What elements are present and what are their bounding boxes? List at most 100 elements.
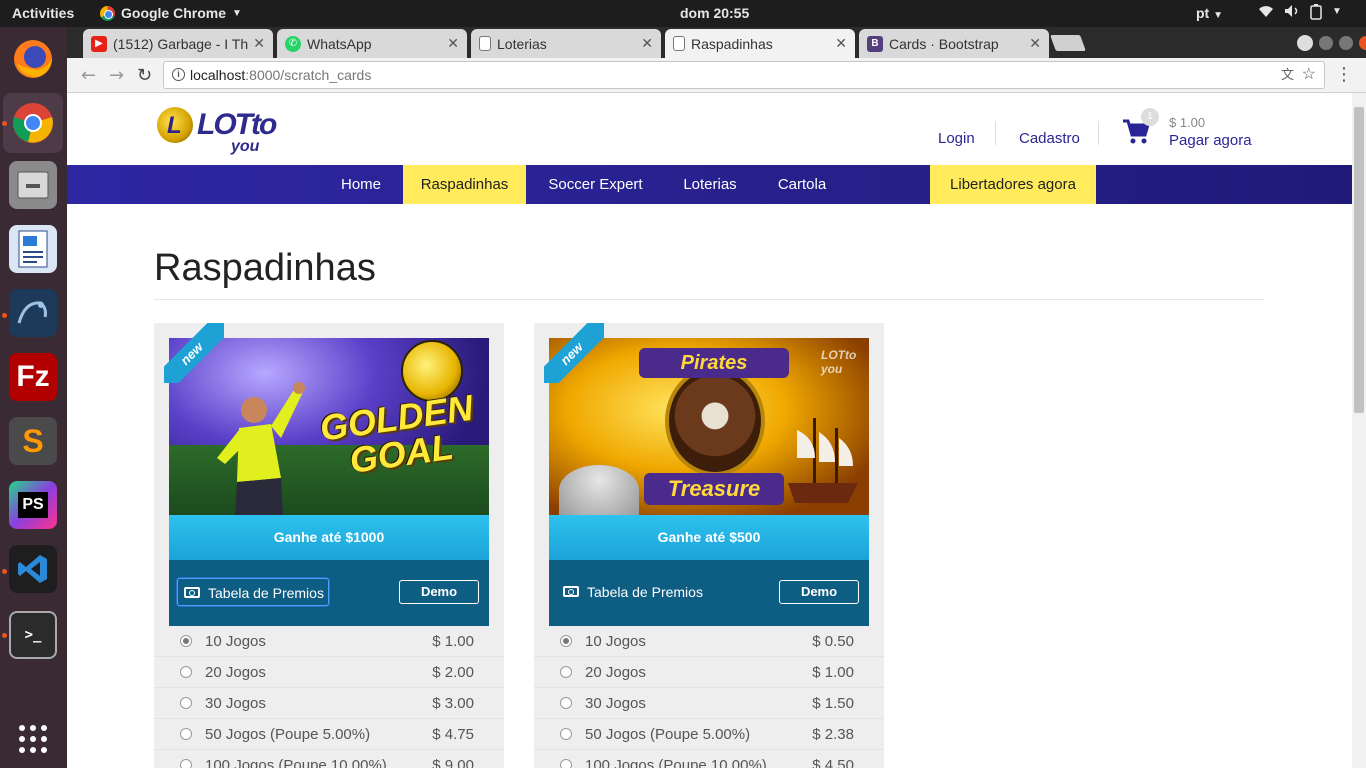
demo-button[interactable]: Demo [779, 580, 859, 604]
package-option[interactable]: 30 Jogos $ 1.50 [534, 688, 884, 719]
new-tab-button[interactable] [1050, 35, 1086, 51]
filezilla-icon[interactable]: Fz [9, 353, 57, 401]
show-apps-icon[interactable] [9, 715, 57, 763]
nav-raspadinhas[interactable]: Raspadinhas [403, 165, 526, 204]
ribbon-label: new [544, 323, 604, 383]
battery-icon [1310, 4, 1322, 23]
bookmark-star-icon[interactable]: ☆ [1302, 62, 1316, 88]
radio-button[interactable] [180, 728, 192, 740]
radio-button[interactable] [180, 697, 192, 709]
signup-link[interactable]: Cadastro [1019, 130, 1080, 147]
terminal-icon[interactable]: >_ [9, 611, 57, 659]
package-option[interactable]: 100 Jogos (Poupe 10.00%) $ 9.00 [154, 750, 504, 768]
radio-button[interactable] [560, 728, 572, 740]
tab-whatsapp[interactable]: ✆ WhatsApp ✕ [277, 29, 467, 58]
option-label: 100 Jogos (Poupe 10.00%) [205, 757, 387, 768]
vscode-icon[interactable] [9, 545, 57, 593]
card-actions-bar: Tabela de Premios Demo [169, 560, 489, 626]
tab-loterias[interactable]: Loterias ✕ [471, 29, 661, 58]
login-link[interactable]: Login [938, 130, 975, 147]
package-option[interactable]: 10 Jogos $ 1.00 [154, 626, 504, 657]
prize-table-button[interactable]: Tabela de Premios [557, 578, 707, 606]
close-tab-icon[interactable]: ✕ [253, 35, 265, 52]
language-indicator[interactable]: pt ▼ [1196, 5, 1223, 21]
mysql-workbench-icon[interactable] [9, 289, 57, 337]
close-tab-icon[interactable]: ✕ [1029, 35, 1041, 52]
nav-soccer-expert[interactable]: Soccer Expert [537, 165, 654, 204]
package-options: 10 Jogos $ 0.50 20 Jogos $ 1.00 30 Jogos $ … [534, 626, 884, 768]
option-price: $ 1.50 [812, 695, 854, 712]
package-option[interactable]: 50 Jogos (Poupe 5.00%) $ 4.75 [154, 719, 504, 750]
radio-button[interactable] [180, 666, 192, 678]
skull-emblem-graphic [665, 366, 765, 476]
browser-tab-bar: ▶ (1512) Garbage - I Th ✕ ✆ WhatsApp ✕ L… [67, 27, 1366, 58]
package-option[interactable]: 20 Jogos $ 1.00 [534, 657, 884, 688]
art-logo: LOTto you [821, 348, 857, 376]
close-tab-icon[interactable]: ✕ [835, 35, 847, 52]
package-options: 10 Jogos $ 1.00 20 Jogos $ 2.00 30 Jogos $ … [154, 626, 504, 768]
info-icon[interactable]: i [172, 68, 185, 81]
writer-icon[interactable] [9, 225, 57, 273]
maximize-button[interactable] [1339, 36, 1353, 50]
cart-count-badge: 1 [1141, 108, 1159, 126]
page-scrollbar[interactable] [1352, 93, 1366, 768]
app-menu[interactable]: Google Chrome ▼ [100, 5, 242, 21]
web-page: LOTto you Login Cadastro 1 $ 1.00 Pagar … [67, 93, 1352, 768]
package-option[interactable]: 20 Jogos $ 2.00 [154, 657, 504, 688]
whatsapp-icon: ✆ [285, 35, 301, 52]
pay-now-link[interactable]: Pagar agora [1169, 132, 1252, 149]
wifi-icon [1258, 4, 1274, 23]
nav-libertadores[interactable]: Libertadores agora [930, 165, 1096, 204]
radio-button[interactable] [560, 759, 572, 768]
minimize-button[interactable] [1319, 36, 1333, 50]
radio-button[interactable] [180, 759, 192, 768]
demo-button[interactable]: Demo [399, 580, 479, 604]
site-logo[interactable]: LOTto you [157, 107, 277, 156]
header-divider [995, 121, 996, 145]
activities-button[interactable]: Activities [12, 5, 74, 21]
tab-youtube[interactable]: ▶ (1512) Garbage - I Th ✕ [83, 29, 273, 58]
option-label: 10 Jogos [585, 633, 646, 650]
option-price: $ 2.00 [432, 664, 474, 681]
package-option[interactable]: 50 Jogos (Poupe 5.00%) $ 2.38 [534, 719, 884, 750]
package-option[interactable]: 10 Jogos $ 0.50 [534, 626, 884, 657]
browser-menu-icon[interactable]: ⋮ [1335, 64, 1353, 85]
radio-button[interactable] [560, 635, 572, 647]
close-tab-icon[interactable]: ✕ [447, 35, 459, 52]
scrollbar-thumb[interactable] [1354, 107, 1364, 413]
back-button[interactable]: ← [81, 65, 96, 86]
translate-icon[interactable]: 文 [1281, 62, 1294, 88]
radio-button[interactable] [180, 635, 192, 647]
close-tab-icon[interactable]: ✕ [641, 35, 653, 52]
chrome-dock-icon[interactable] [3, 93, 63, 153]
ship-graphic [788, 418, 858, 503]
package-option[interactable]: 30 Jogos $ 3.00 [154, 688, 504, 719]
forward-button[interactable]: → [109, 65, 124, 86]
nav-home[interactable]: Home [330, 165, 392, 204]
files-icon[interactable] [9, 161, 57, 209]
prize-table-button[interactable]: Tabela de Premios [177, 578, 329, 606]
tab-raspadinhas[interactable]: Raspadinhas ✕ [665, 29, 855, 58]
package-option[interactable]: 100 Jogos (Poupe 10.00%) $ 4.50 [534, 750, 884, 768]
sublime-text-icon[interactable]: S [9, 417, 57, 465]
option-label: 50 Jogos (Poupe 5.00%) [585, 726, 751, 743]
profile-icon[interactable] [1297, 35, 1313, 51]
reload-button[interactable]: ↻ [137, 65, 152, 86]
money-icon [184, 587, 200, 598]
tab-title: Cards · Bootstrap [889, 35, 999, 52]
clock[interactable]: dom 20:55 [680, 5, 749, 21]
system-tray[interactable]: ▼ [1258, 4, 1342, 23]
radio-button[interactable] [560, 666, 572, 678]
new-ribbon: new [164, 323, 224, 383]
nav-cartola[interactable]: Cartola [767, 165, 837, 204]
tab-bootstrap[interactable]: B Cards · Bootstrap ✕ [859, 29, 1049, 58]
nav-loterias[interactable]: Loterias [670, 165, 750, 204]
logo-sub-text: you [231, 138, 260, 155]
firefox-icon[interactable] [9, 35, 57, 83]
radio-button[interactable] [560, 697, 572, 709]
address-bar[interactable]: i localhost:8000/scratch_cards 文 ☆ [163, 61, 1325, 89]
phpstorm-icon[interactable]: PS [9, 481, 57, 529]
close-window-button[interactable] [1359, 36, 1366, 50]
tab-title: Raspadinhas [691, 35, 773, 52]
logo-wordmark: LOTto you [197, 110, 277, 156]
